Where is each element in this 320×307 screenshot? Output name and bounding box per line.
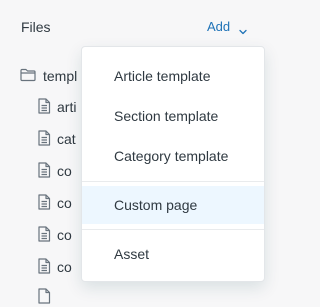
file-label: cat — [57, 131, 76, 147]
menu-divider — [82, 229, 264, 230]
tree-file-item[interactable]: arti — [37, 97, 76, 117]
file-icon — [37, 193, 57, 213]
tree-file-item[interactable]: co — [37, 257, 72, 277]
menu-item-asset[interactable]: Asset — [82, 235, 264, 273]
file-icon — [37, 129, 57, 149]
menu-item-custom-page[interactable]: Custom page — [82, 186, 264, 224]
file-label: co — [57, 227, 72, 243]
file-label: co — [57, 163, 72, 179]
tree-file-item[interactable]: co — [37, 225, 72, 245]
file-icon — [37, 225, 57, 245]
file-icon — [37, 97, 57, 117]
add-label: Add — [207, 19, 231, 34]
add-dropdown-button[interactable]: Add — [207, 18, 247, 36]
file-icon — [37, 287, 57, 307]
tree-file-item[interactable]: co — [37, 193, 72, 213]
folder-icon — [20, 68, 43, 85]
menu-item-category-template[interactable]: Category template — [82, 137, 264, 175]
file-label: co — [57, 259, 72, 275]
menu-item-section-template[interactable]: Section template — [82, 97, 264, 135]
add-dropdown-menu: Article template Section template Catego… — [81, 46, 265, 282]
folder-templates[interactable]: templ — [20, 66, 77, 86]
folder-label: templ — [43, 68, 78, 84]
tree-file-item[interactable] — [37, 287, 57, 307]
chevron-down-icon — [239, 23, 247, 35]
file-icon — [37, 257, 57, 277]
files-panel: Files Add templ arti cat co co co co Art… — [0, 0, 287, 304]
file-icon — [37, 161, 57, 181]
tree-file-item[interactable]: co — [37, 161, 72, 181]
menu-item-article-template[interactable]: Article template — [82, 57, 264, 95]
tree-file-item[interactable]: cat — [37, 129, 76, 149]
menu-divider — [82, 181, 264, 182]
file-label: arti — [57, 99, 77, 115]
file-label: co — [57, 195, 72, 211]
panel-title: Files — [21, 19, 51, 35]
